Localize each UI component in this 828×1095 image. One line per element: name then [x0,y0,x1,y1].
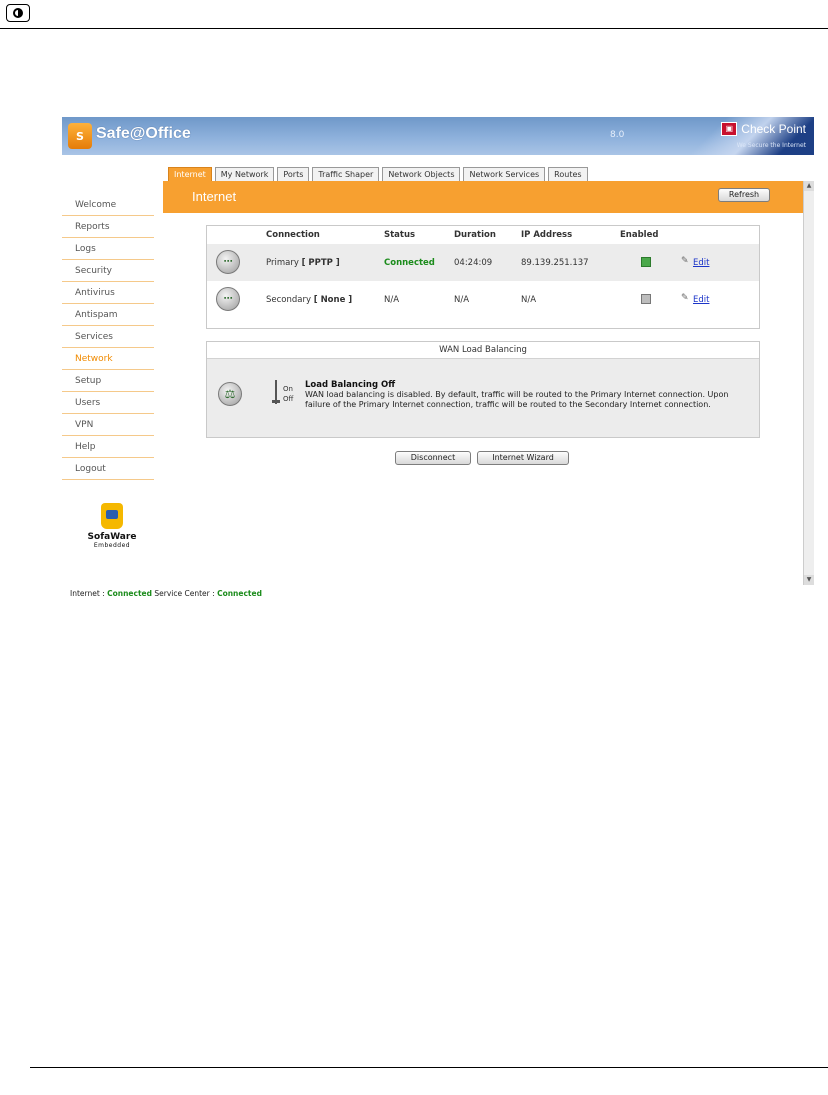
version-label: 8.0 [610,130,625,140]
tab-ports[interactable]: Ports [277,167,310,181]
internet-connection-icon: ⋯ [216,287,240,311]
internet-wizard-button[interactable]: Internet Wizard [477,451,569,465]
vertical-scrollbar[interactable]: ▲ ▼ [803,181,814,585]
connection-ip: 89.139.251.137 [521,258,589,268]
disconnect-button[interactable]: Disconnect [395,451,471,465]
service-center-label: Service Center : [154,589,215,598]
check-point-mark-icon: ▣ [721,122,738,136]
enabled-checkbox[interactable] [641,257,651,267]
tab-routes[interactable]: Routes [548,167,588,181]
internet-status-label: Internet : [70,589,105,598]
wan-header: WAN Load Balancing [207,342,759,359]
tab-network-services[interactable]: Network Services [463,167,546,181]
bottom-rule [30,1067,828,1068]
page-title-bar: Internet Refresh [163,181,803,213]
wan-description: WAN load balancing is disabled. By defau… [305,390,729,409]
wan-status-title: Load Balancing Off [305,380,396,390]
wan-load-balancing-panel: WAN Load Balancing ⚖ On Off Load Balanci… [206,341,760,438]
app-window: S Safe@Office 8.0 ▣ Check Point We Secur… [62,117,814,601]
column-header-duration: Duration [454,230,496,240]
sidebar-item-logs[interactable]: Logs [62,239,154,260]
sofaware-sub: Embedded [93,542,131,549]
connection-name: Primary [266,258,299,268]
sidebar-item-antispam[interactable]: Antispam [62,305,154,326]
connection-type: [ PPTP ] [301,258,340,268]
edit-link[interactable]: Edit [693,258,709,268]
tab-network-objects[interactable]: Network Objects [382,167,461,181]
tab-traffic-shaper[interactable]: Traffic Shaper [312,167,380,181]
sidebar-nav: Welcome Reports Logs Security Antivirus … [62,195,158,481]
status-bar: Internet : Connected Service Center : Co… [62,587,814,601]
sidebar-item-security[interactable]: Security [62,261,154,282]
vendor-tagline: We Secure the Internet [736,142,806,149]
balance-scale-icon: ⚖ [218,382,242,406]
switch-off-label: Off [283,395,294,403]
page-title: Internet [192,189,237,204]
column-header-ip-address: IP Address [521,230,573,240]
sidebar-item-users[interactable]: Users [62,393,154,414]
tab-internet[interactable]: Internet [168,167,212,181]
connection-status: N/A [384,295,400,305]
top-rule [0,28,828,29]
connection-status: Connected [384,258,435,268]
table-row: ⋯ Secondary [ None ] N/A N/A N/A ✎ Edit [207,281,759,318]
load-balancing-switch[interactable]: On Off [272,378,303,412]
scroll-down-icon[interactable]: ▼ [804,575,814,585]
internet-connection-icon: ⋯ [216,250,240,274]
refresh-button[interactable]: Refresh [718,188,770,202]
edit-icon[interactable]: ✎ [681,256,691,266]
document-page-icon [6,4,30,22]
edit-link[interactable]: Edit [693,295,709,305]
column-header-connection: Connection [266,230,320,240]
check-point-logo: ▣ Check Point [721,122,806,136]
connection-duration: 04:24:09 [454,258,493,268]
connections-table: Connection Status Duration IP Address En… [206,225,760,329]
sofaware-name: SofaWare [87,532,137,542]
vendor-name: Check Point [741,122,806,136]
connection-duration: N/A [454,295,470,305]
sofaware-logo: SofaWare Embedded [84,503,140,549]
sidebar-item-reports[interactable]: Reports [62,217,154,238]
column-header-status: Status [384,230,416,240]
brand-name: Safe@Office [96,125,191,142]
connection-type: [ None ] [313,295,353,305]
main-content: Internet Refresh Connection Status Durat… [163,181,803,585]
enabled-checkbox[interactable] [641,294,651,304]
sidebar-item-services[interactable]: Services [62,327,154,348]
sidebar-item-welcome[interactable]: Welcome [62,195,154,216]
tab-my-network[interactable]: My Network [214,167,275,181]
scroll-up-icon[interactable]: ▲ [804,181,814,191]
sofaware-mascot-icon [101,503,123,529]
connection-ip: N/A [521,295,537,305]
connection-name: Secondary [266,295,312,305]
table-header: Connection Status Duration IP Address En… [207,226,759,242]
safe-office-logo-icon: S [68,123,92,149]
table-row: ⋯ Primary [ PPTP ] Connected 04:24:09 89… [207,244,759,281]
sidebar-item-logout[interactable]: Logout [62,459,154,480]
service-center-value: Connected [217,589,262,598]
sidebar-item-setup[interactable]: Setup [62,371,154,392]
tab-bar: Internet My Network Ports Traffic Shaper… [168,167,588,182]
app-header: S Safe@Office 8.0 ▣ Check Point We Secur… [62,117,814,155]
sidebar-item-vpn[interactable]: VPN [62,415,154,436]
internet-status-value: Connected [107,589,153,598]
sidebar-item-antivirus[interactable]: Antivirus [62,283,154,304]
column-header-enabled: Enabled [620,230,659,240]
switch-on-label: On [283,385,293,393]
sidebar-item-help[interactable]: Help [62,437,154,458]
sidebar-item-network[interactable]: Network [62,349,154,370]
edit-icon[interactable]: ✎ [681,293,691,303]
